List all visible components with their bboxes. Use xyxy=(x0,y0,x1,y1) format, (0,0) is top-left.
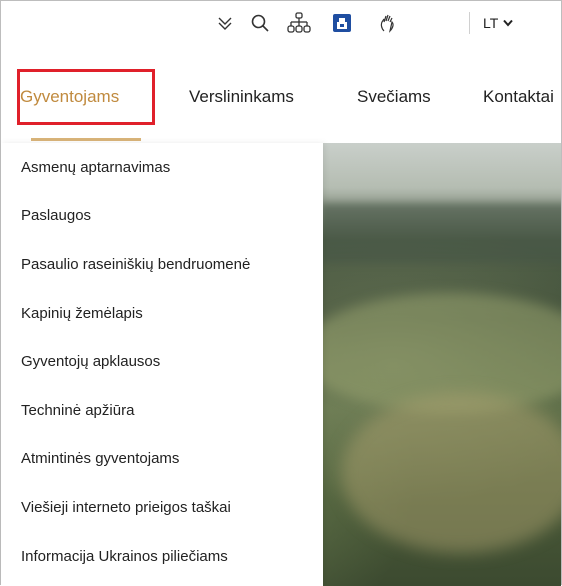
hand-icon[interactable] xyxy=(376,1,400,45)
language-label: LT xyxy=(483,15,499,31)
nav-item-sveciams[interactable]: Svečiams xyxy=(357,87,431,107)
dropdown-item[interactable]: Kapinių žemėlapis xyxy=(1,289,323,338)
language-divider xyxy=(469,12,470,34)
nav-item-kontaktai[interactable]: Kontaktai xyxy=(483,87,554,107)
active-tab-underline xyxy=(31,138,141,141)
dropdown-item[interactable]: Paslaugos xyxy=(1,192,323,241)
language-selector[interactable]: LT xyxy=(483,1,514,45)
hero-treeline xyxy=(321,203,561,263)
dropdown-item[interactable]: Viešieji interneto prieigos taškai xyxy=(1,483,323,532)
dropdown-item[interactable]: Pasaulio raseiniškių bendruomenė xyxy=(1,240,323,289)
sign-language-icon[interactable] xyxy=(331,1,353,45)
nav-item-verslininkams[interactable]: Verslininkams xyxy=(189,87,294,107)
search-icon[interactable] xyxy=(247,1,273,45)
sitemap-icon[interactable] xyxy=(285,1,313,45)
main-navigation: Gyventojams Verslininkams Svečiams Konta… xyxy=(1,45,561,143)
dropdown-item[interactable]: Asmenų aptarnavimas xyxy=(1,143,323,192)
dropdown-item[interactable]: Techninė apžiūra xyxy=(1,386,323,435)
chevron-down-icon xyxy=(503,19,514,27)
double-chevron-down-icon[interactable] xyxy=(213,1,237,45)
dropdown-item[interactable]: Atmintinės gyventojams xyxy=(1,435,323,484)
hero-meadow xyxy=(341,393,561,553)
highlight-box xyxy=(17,69,155,125)
gyventojams-dropdown-menu: Asmenų aptarnavimas Paslaugos Pasaulio r… xyxy=(1,143,323,586)
dropdown-item[interactable]: Informacija Ukrainos piliečiams xyxy=(1,532,323,581)
utility-bar: LT xyxy=(1,1,561,46)
dropdown-item[interactable]: Gyventojų apklausos xyxy=(1,337,323,386)
